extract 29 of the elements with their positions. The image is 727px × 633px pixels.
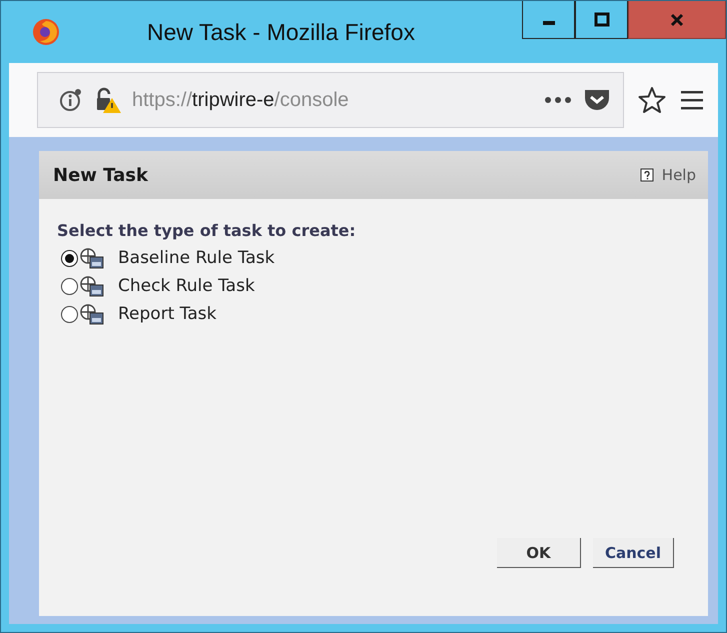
task-icon [80,303,104,325]
radio-button[interactable] [61,306,78,322]
help-link[interactable]: Help [640,166,696,184]
window-title: New Task - Mozilla Firefox [147,18,415,46]
option-label[interactable]: Baseline Rule Task [118,248,275,268]
menu-icon[interactable] [680,89,704,111]
address-bar[interactable]: https://tripwire-e/console [37,72,624,128]
url-text: https://tripwire-e/console [132,88,350,112]
help-icon [640,168,654,182]
lock-warning-icon[interactable] [94,86,122,114]
info-icon[interactable] [58,87,84,113]
minimize-icon [542,20,554,24]
dialog-title: New Task [53,164,148,186]
ok-button[interactable]: OK [496,538,581,568]
radio-button[interactable] [61,278,78,294]
cancel-button[interactable]: Cancel [592,538,674,568]
prompt-label: Select the type of task to create: [57,221,357,240]
firefox-logo-icon [31,17,61,47]
radio-button[interactable] [61,250,78,266]
option-label[interactable]: Check Rule Task [118,276,255,296]
maximize-button[interactable] [575,1,628,39]
minimize-button[interactable] [522,1,575,39]
task-icon [80,275,104,297]
star-icon[interactable] [638,86,666,114]
more-icon[interactable] [543,95,573,105]
task-icon [80,247,104,269]
maximize-icon [592,10,612,30]
option-label[interactable]: Report Task [118,304,216,324]
pocket-icon[interactable] [583,87,611,113]
